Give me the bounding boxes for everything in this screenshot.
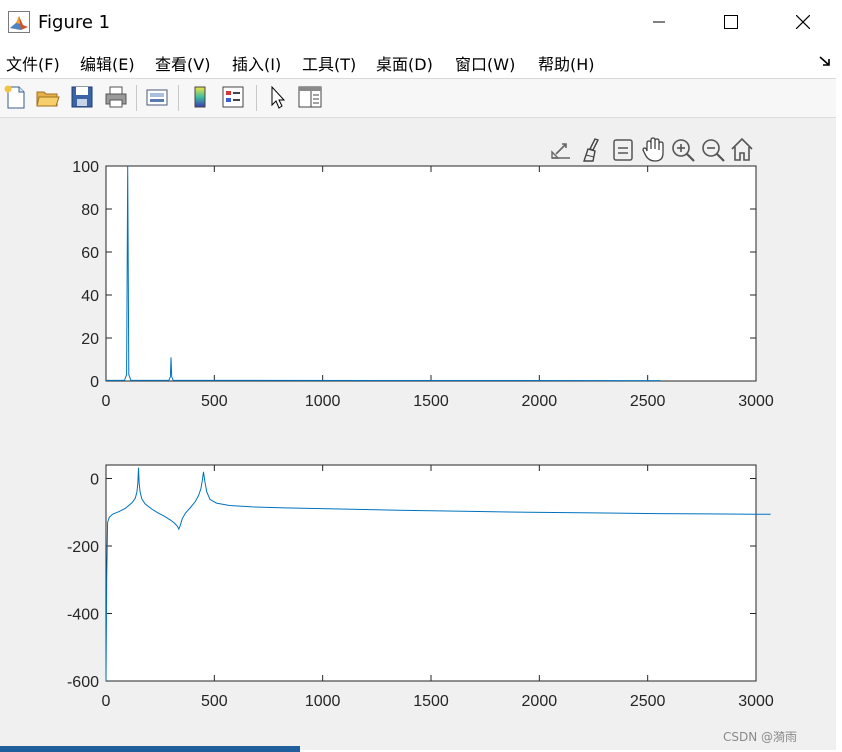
figure-axes-canvas[interactable]: 0 500 1000 1500 2000 2500 30000204060801000 500… <box>0 0 842 752</box>
x-tick-label: 0 <box>102 393 111 410</box>
x-tick-label: 1500 <box>413 693 449 710</box>
y-tick-label: 40 <box>81 288 99 305</box>
x-tick-label: 2500 <box>630 393 666 410</box>
y-tick-label: 80 <box>81 202 99 219</box>
y-tick-label: -400 <box>67 607 99 624</box>
y-tick-label: 0 <box>90 472 99 489</box>
y-tick-label: 100 <box>72 159 99 176</box>
x-tick-label: 1500 <box>413 393 449 410</box>
axes-box-2 <box>105 464 757 682</box>
x-tick-label: 500 <box>201 693 228 710</box>
y-tick-label: -600 <box>67 674 99 691</box>
watermark: CSDN @漪雨 <box>723 730 798 744</box>
x-tick-label: 1000 <box>305 693 341 710</box>
axes-box-1 <box>105 165 757 382</box>
x-tick-label: 2000 <box>522 393 558 410</box>
x-tick-label: 3000 <box>738 393 774 410</box>
y-tick-label: -200 <box>67 539 99 556</box>
y-tick-label: 60 <box>81 245 99 262</box>
x-tick-label: 500 <box>201 393 228 410</box>
x-tick-label: 0 <box>102 693 111 710</box>
x-tick-label: 2500 <box>630 693 666 710</box>
y-tick-label: 20 <box>81 331 99 348</box>
x-tick-label: 1000 <box>305 393 341 410</box>
y-tick-label: 0 <box>90 374 99 391</box>
x-tick-label: 3000 <box>738 693 774 710</box>
x-tick-label: 2000 <box>522 693 558 710</box>
